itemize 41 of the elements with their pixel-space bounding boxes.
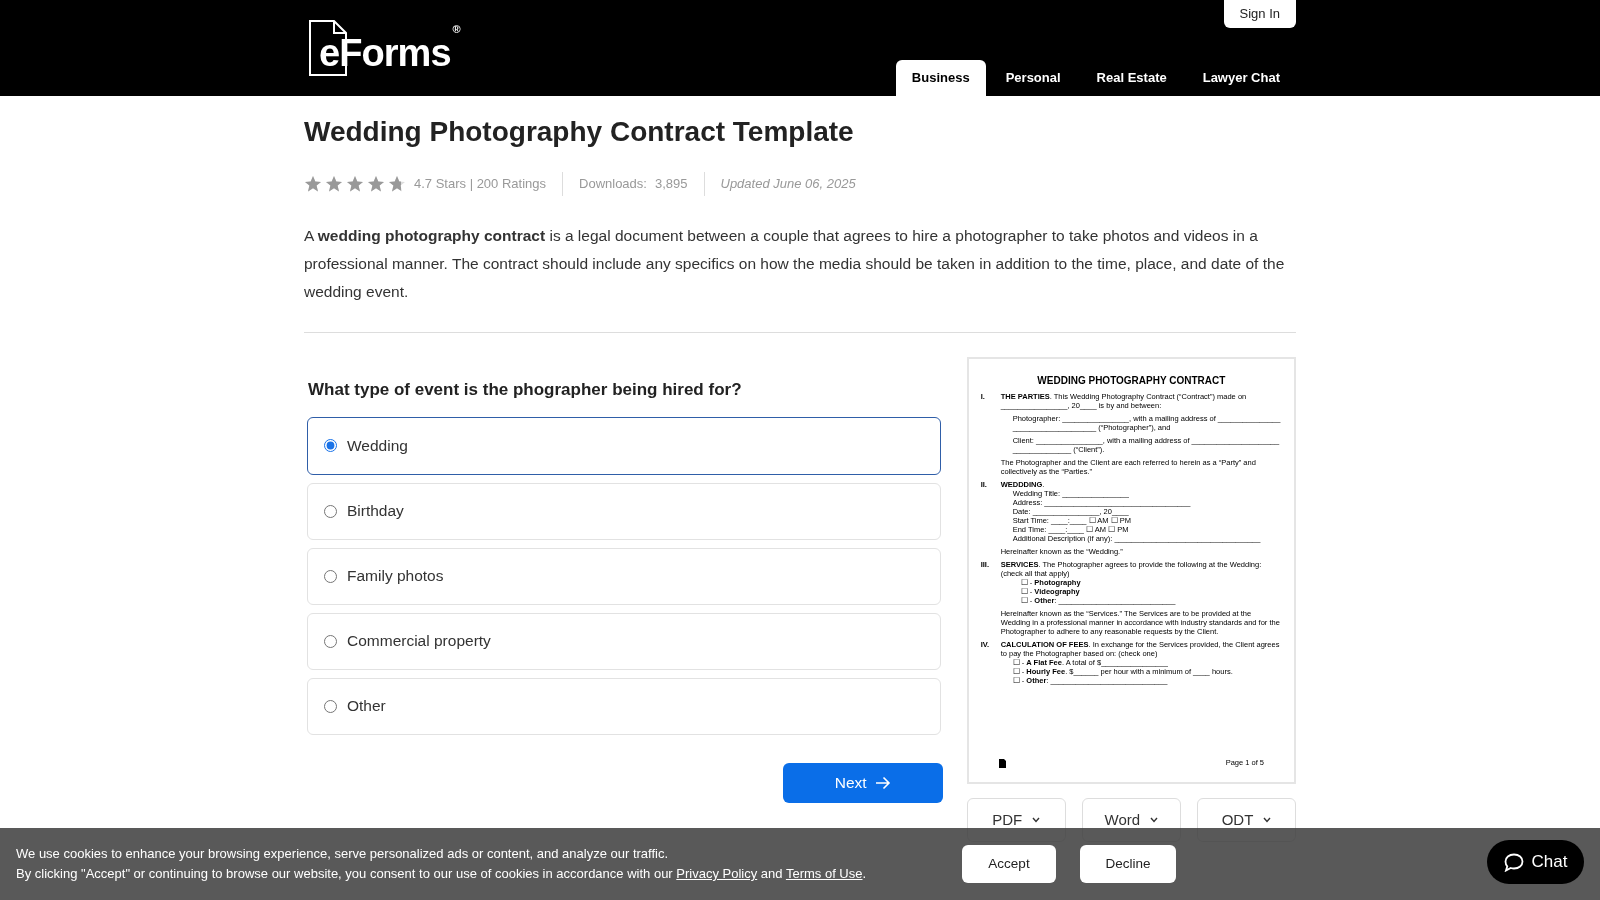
accept-button[interactable]: Accept (962, 845, 1056, 883)
updated-date: Updated June 06, 2025 (720, 175, 856, 194)
cookie-consent-text: By clicking "Accept" or continuing to browse our website, you consent to our use of cookies in accordance with our Privacy Policy and Terms of Use. (16, 865, 868, 883)
radio-button[interactable] (324, 504, 337, 518)
rating-summary: 4.7 Stars | 200 Ratings (414, 172, 563, 196)
answer-option[interactable]: Other (307, 677, 941, 735)
nav-tab[interactable]: Lawyer Chat (1186, 60, 1296, 96)
nav-tab[interactable]: Personal (989, 60, 1077, 96)
arrow-right-icon (874, 775, 891, 790)
star-icon (388, 175, 406, 193)
chat-button[interactable]: Chat (1487, 840, 1584, 884)
caret-icon (1150, 817, 1159, 823)
radio-button[interactable] (324, 569, 337, 583)
star-icon (304, 175, 322, 193)
intro-paragraph: A wedding photography contract is a legal document between a couple that agrees to hire a photographer to take photos and videos in a professional manner. The contract should include any specifics on how the media should be taken in addition to the time, place, and date of the wedding event. (304, 226, 1286, 302)
next-button[interactable]: Next (782, 762, 943, 803)
radio-button[interactable] (324, 634, 337, 648)
decline-button[interactable]: Decline (1080, 845, 1176, 883)
document-heading: WEDDING PHOTOGRAPHY CONTRACT (1036, 374, 1227, 388)
star-icon (325, 175, 343, 193)
radio-button[interactable] (324, 699, 337, 713)
cookie-policy-link[interactable]: Privacy Policy (676, 866, 758, 881)
nav-tab[interactable]: Real Estate (1080, 60, 1183, 96)
answer-option[interactable]: Wedding (307, 416, 941, 475)
downloads-count: 3,895 (654, 172, 705, 196)
answer-option[interactable]: Family photos (307, 547, 941, 605)
question-text: What type of event is the phographer being hired for? (307, 379, 743, 401)
answer-option[interactable]: Birthday (307, 482, 941, 540)
chat-bubble-icon (1503, 852, 1524, 872)
caret-icon (1032, 817, 1041, 823)
caret-icon (1263, 817, 1272, 823)
cookie-notice-text: We use cookies to enhance your browsing experience, serve personalized ads or content, and analyze our traffic. (16, 845, 670, 863)
page-title: Wedding Photography Contract Template (304, 115, 855, 149)
radio-button[interactable] (324, 439, 337, 452)
downloads-label: Downloads: (579, 175, 647, 194)
answer-option[interactable]: Commercial property (307, 612, 941, 670)
nav-tab[interactable]: Business (895, 60, 986, 96)
document-icon (998, 759, 1006, 768)
star-icon (367, 175, 385, 193)
star-icon (346, 175, 364, 193)
sign-in-button[interactable]: Sign In (1223, 0, 1296, 28)
